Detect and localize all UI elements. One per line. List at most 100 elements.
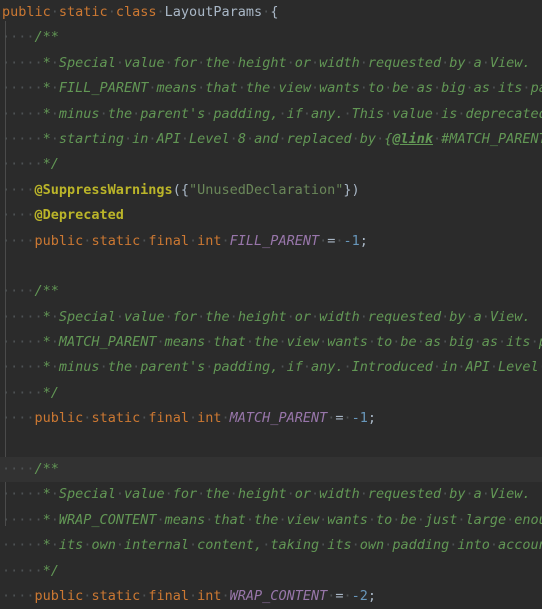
- code-text-area[interactable]: public·static·class·LayoutParams·{····/*…: [0, 0, 542, 609]
- code-line[interactable]: [0, 432, 542, 457]
- code-line[interactable]: ·····*·starting·in·API·Level·8·and·repla…: [0, 127, 542, 152]
- code-line[interactable]: ·····*/: [0, 559, 542, 584]
- whitespace-dots: ·: [359, 486, 368, 503]
- code-token: padding: [392, 537, 450, 554]
- code-token: if: [286, 359, 303, 376]
- code-token: padding,: [213, 359, 279, 376]
- whitespace-dots: ·: [539, 359, 542, 375]
- code-token: }): [343, 181, 360, 198]
- code-line[interactable]: ·····*·Special·value·for·the·height·or·w…: [0, 51, 542, 76]
- code-token: /**: [34, 29, 59, 46]
- code-line[interactable]: ·····*/: [0, 381, 542, 406]
- whitespace-dots: ····: [2, 29, 35, 46]
- code-line[interactable]: ·····*·FILL_PARENT·means·that·the·view·w…: [0, 76, 542, 101]
- whitespace-dots: ·: [99, 359, 108, 376]
- code-token: deprecated: [465, 105, 542, 122]
- code-token: ({: [172, 181, 189, 198]
- code-editor[interactable]: public·static·class·LayoutParams·{····/*…: [0, 0, 542, 604]
- code-line[interactable]: ····@Deprecated: [0, 203, 542, 228]
- code-line[interactable]: ·····*·its·own·internal·content,·taking·…: [0, 533, 542, 558]
- whitespace-dots: ·: [359, 80, 368, 97]
- code-token: its: [506, 334, 531, 351]
- code-token: internal: [123, 537, 190, 554]
- whitespace-dots: ····: [2, 232, 35, 249]
- whitespace-dots: ·: [319, 334, 328, 351]
- whitespace-dots: ·: [286, 486, 295, 503]
- code-token: enough: [514, 511, 542, 528]
- code-token: *: [42, 308, 51, 325]
- whitespace-dots: ·: [50, 359, 59, 376]
- code-line[interactable]: [0, 254, 542, 279]
- code-line[interactable]: ·····*·Special·value·for·the·height·or·w…: [0, 482, 542, 507]
- whitespace-dots: ·: [432, 80, 442, 97]
- code-token: int: [197, 232, 222, 249]
- code-line[interactable]: ····public·static·final·int·FILL_PARENT·…: [0, 229, 542, 254]
- whitespace-dots: ·: [189, 232, 198, 249]
- whitespace-dots: ·: [319, 537, 328, 554]
- whitespace-dots: ·: [50, 130, 59, 147]
- code-token: in: [441, 359, 458, 376]
- code-token: a: [473, 54, 482, 71]
- code-token: -1: [343, 232, 360, 249]
- whitespace-dots: ·: [221, 410, 230, 427]
- code-token: value: [123, 308, 165, 325]
- code-line[interactable]: ·····*·minus·the·parent's·padding,·if·an…: [0, 355, 542, 380]
- code-token: -1: [351, 410, 368, 427]
- whitespace-dots: ·····: [2, 80, 43, 97]
- code-line[interactable]: ·····*·WRAP_CONTENT·means·that·the·view·…: [0, 508, 542, 533]
- code-token: {: [270, 4, 279, 20]
- code-token: /**: [34, 461, 59, 478]
- whitespace-dots: ·: [351, 130, 360, 147]
- code-line[interactable]: ····public·static·final·int·MATCH_PARENT…: [0, 406, 542, 431]
- code-token: as: [424, 334, 442, 351]
- code-token: @Deprecated: [34, 207, 124, 224]
- code-line[interactable]: ····/**: [0, 279, 542, 304]
- whitespace-dots: ·: [229, 486, 238, 503]
- code-line[interactable]: ·····*/: [0, 152, 542, 177]
- code-token: or: [294, 486, 311, 503]
- code-line[interactable]: ····/**: [0, 25, 542, 50]
- whitespace-dots: ·: [481, 486, 490, 503]
- code-token: that: [213, 334, 246, 351]
- whitespace-dots: ·: [50, 105, 59, 122]
- code-token: */: [42, 562, 59, 579]
- whitespace-dots: ·: [302, 105, 311, 122]
- whitespace-dots: ·: [245, 334, 255, 351]
- code-token: means: [164, 511, 206, 528]
- whitespace-dots: ·: [229, 54, 238, 71]
- code-token: *: [42, 80, 51, 97]
- code-token: static: [91, 232, 141, 249]
- code-token: means: [164, 334, 206, 351]
- whitespace-dots: ·····: [2, 334, 43, 351]
- code-token: public: [34, 232, 84, 249]
- code-token: value: [123, 486, 165, 503]
- whitespace-dots: ·: [132, 359, 141, 376]
- code-token: int: [197, 587, 222, 604]
- code-line[interactable]: ····@SuppressWarnings({"UnusedDeclaratio…: [0, 178, 542, 203]
- code-token: its: [327, 537, 352, 554]
- code-token: by: [449, 54, 466, 71]
- code-token: view: [286, 334, 320, 351]
- whitespace-dots: ·: [286, 54, 295, 71]
- whitespace-dots: ·····: [2, 156, 43, 173]
- whitespace-dots: ·: [416, 511, 425, 528]
- code-token: width: [319, 486, 360, 503]
- code-token: -2: [351, 587, 368, 604]
- code-line[interactable]: ·····*·MATCH_PARENT·means·that·the·view·…: [0, 330, 542, 355]
- whitespace-dots: ·: [465, 80, 474, 97]
- whitespace-dots: ·: [286, 308, 295, 325]
- whitespace-dots: ·: [465, 486, 474, 503]
- code-token: API: [465, 359, 490, 376]
- code-token: Special: [58, 54, 116, 71]
- code-line[interactable]: ····public·static·final·int·WRAP_CONTENT…: [0, 584, 542, 609]
- code-line[interactable]: ·····*·minus·the·parent's·padding,·if·an…: [0, 102, 542, 127]
- whitespace-dots: ·: [473, 334, 482, 351]
- code-line[interactable]: ····/**: [0, 457, 542, 483]
- code-line[interactable]: public·static·class·LayoutParams·{: [0, 0, 542, 25]
- whitespace-dots: ·: [123, 130, 133, 147]
- whitespace-dots: ·: [302, 359, 311, 376]
- code-line[interactable]: ·····*·Special·value·for·the·height·or·w…: [0, 305, 542, 330]
- code-token: minus: [58, 359, 100, 376]
- code-token: Level: [189, 130, 230, 147]
- code-token: parent's: [140, 359, 206, 376]
